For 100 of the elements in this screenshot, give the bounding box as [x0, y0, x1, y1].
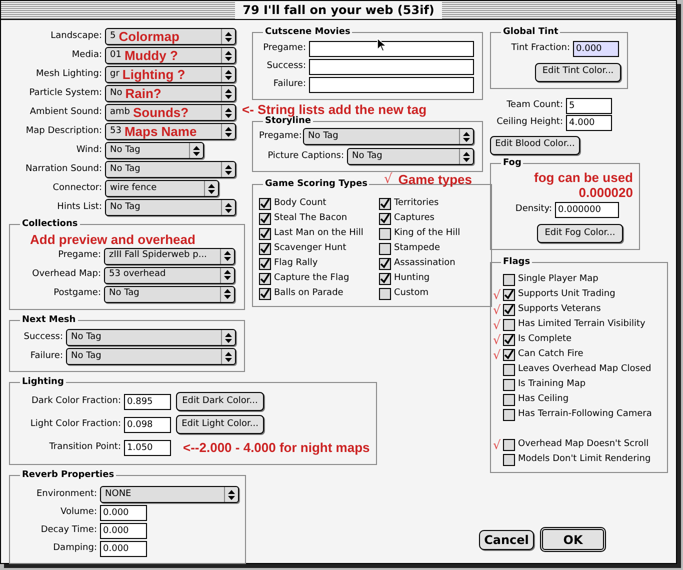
checkbox[interactable] [259, 198, 271, 210]
popup-menu[interactable]: No Tag [105, 142, 204, 159]
checkbox[interactable] [503, 364, 515, 376]
popup-menu[interactable]: 53 overhead [104, 266, 235, 284]
field-label: Mesh Lighting: [35, 68, 103, 81]
group-title: Storyline [265, 116, 312, 128]
updown-arrows-icon [225, 88, 232, 98]
group-title: Collections [21, 218, 79, 231]
checkbox[interactable] [259, 258, 271, 270]
checkbox[interactable] [259, 272, 271, 284]
cancel-button[interactable]: Cancel [479, 530, 534, 550]
text-field[interactable]: 4.000 [566, 114, 612, 130]
field-label: Hints List: [56, 200, 103, 214]
push-button[interactable]: Edit Tint Color... [535, 62, 621, 82]
group-title: Game Scoring Types [264, 178, 368, 191]
field-label: Narration Sound: [24, 162, 103, 176]
updown-arrows-icon [193, 146, 200, 156]
popup-menu[interactable]: No Tag [105, 199, 236, 216]
field-label: Connector: [52, 182, 103, 195]
checkbox[interactable] [259, 212, 271, 224]
updown-arrows-icon [208, 184, 215, 194]
popup-menu[interactable]: NONE [100, 486, 239, 503]
annotation-text: Lighting ? [122, 67, 186, 82]
checkbox[interactable] [379, 288, 391, 300]
annotation-text: fog can be used [534, 170, 633, 185]
checkbox[interactable] [259, 228, 271, 240]
group-title: Lighting [21, 376, 65, 389]
popup-menu[interactable]: No Tag [105, 161, 236, 178]
text-field[interactable] [309, 40, 474, 56]
checkbox[interactable] [503, 454, 515, 466]
checkbox[interactable] [503, 304, 515, 316]
window-title: 79 I'll fall on your web (53if) [234, 1, 442, 19]
field-label: Pregame: [262, 42, 307, 55]
group-title: Fog [502, 156, 522, 170]
push-button[interactable]: Edit Dark Color... [176, 392, 264, 411]
checkbox[interactable] [259, 288, 271, 300]
field-label: Ambient Sound: [28, 106, 103, 119]
checkbox[interactable] [379, 242, 391, 254]
text-field[interactable] [309, 76, 474, 92]
checkbox[interactable] [259, 242, 271, 254]
field-label: Environment: [36, 488, 98, 501]
popup-menu[interactable]: 5 Colormap [105, 28, 236, 45]
updown-arrows-icon [225, 32, 232, 42]
popup-menu[interactable]: zIII Fall Spiderweb p... [104, 248, 235, 264]
text-field[interactable]: 0.000 [100, 523, 147, 539]
checkbox[interactable] [503, 438, 515, 450]
checkbox[interactable] [379, 228, 391, 240]
tick-mark: √ [493, 304, 501, 316]
popup-menu[interactable]: wire fence [105, 180, 219, 197]
popup-menu[interactable]: No Tag [347, 148, 474, 165]
popup-menu[interactable]: No Tag [104, 286, 235, 302]
field-label: Volume: [59, 506, 98, 520]
checkbox[interactable] [503, 378, 515, 390]
checkbox-label: Has Terrain-Following Camera [518, 408, 652, 421]
popup-menu[interactable]: No Rain? [105, 85, 236, 102]
checkbox[interactable] [503, 318, 515, 330]
popup-menu[interactable]: gr Lighting ? [105, 66, 236, 83]
checkbox[interactable] [379, 272, 391, 284]
popup-menu[interactable]: No Tag [66, 329, 236, 346]
text-field[interactable]: 0.098 [124, 416, 171, 432]
checkbox[interactable] [503, 394, 515, 406]
annotation-text: 0.000020 [578, 185, 633, 200]
checkbox[interactable] [503, 348, 515, 360]
text-field[interactable]: 0.000 [100, 541, 147, 557]
push-button[interactable]: Edit Fog Color... [537, 224, 623, 243]
text-field[interactable]: 0.000000 [555, 202, 619, 218]
checkbox-label: Capture the Flag [274, 272, 350, 285]
checkbox[interactable] [379, 212, 391, 224]
checkbox[interactable] [503, 408, 515, 420]
push-button[interactable]: Edit Blood Color... [490, 136, 580, 154]
text-field[interactable]: 0.895 [124, 394, 171, 410]
checkbox[interactable] [503, 334, 515, 346]
field-label: Success: [22, 330, 64, 344]
checkbox[interactable] [503, 288, 515, 300]
checkbox[interactable] [379, 258, 391, 270]
updown-arrows-icon [463, 132, 470, 142]
text-field[interactable]: 5 [566, 98, 612, 114]
group-title: Global Tint [502, 26, 560, 39]
checkbox[interactable] [379, 198, 391, 210]
field-label: Failure: [272, 78, 307, 91]
ok-button[interactable]: OK [540, 527, 606, 552]
text-field[interactable]: 0.000 [100, 505, 147, 521]
checkbox-label: Models Don't Limit Rendering [518, 452, 651, 466]
text-field[interactable] [309, 58, 474, 74]
tick-mark: √ [493, 438, 501, 450]
popup-menu[interactable]: No Tag [66, 348, 236, 365]
popup-menu[interactable]: 53 Maps Name [105, 123, 236, 140]
field-label: Team Count: [506, 98, 564, 112]
text-field[interactable]: 1.050 [124, 440, 171, 456]
checkbox-label: Body Count [274, 196, 326, 210]
popup-menu[interactable]: amb Sounds? [105, 104, 236, 121]
push-button[interactable]: Edit Light Color... [176, 415, 264, 434]
checkbox-label: Custom [394, 286, 428, 300]
updown-arrows-icon [225, 108, 232, 118]
popup-menu[interactable]: No Tag [303, 128, 474, 145]
checkbox[interactable] [503, 274, 515, 286]
text-field[interactable]: 0.000 [573, 40, 619, 56]
group-title: Reverb Properties [21, 468, 116, 482]
popup-menu[interactable]: 01 Muddy ? [105, 47, 236, 64]
updown-arrows-icon [225, 332, 232, 342]
